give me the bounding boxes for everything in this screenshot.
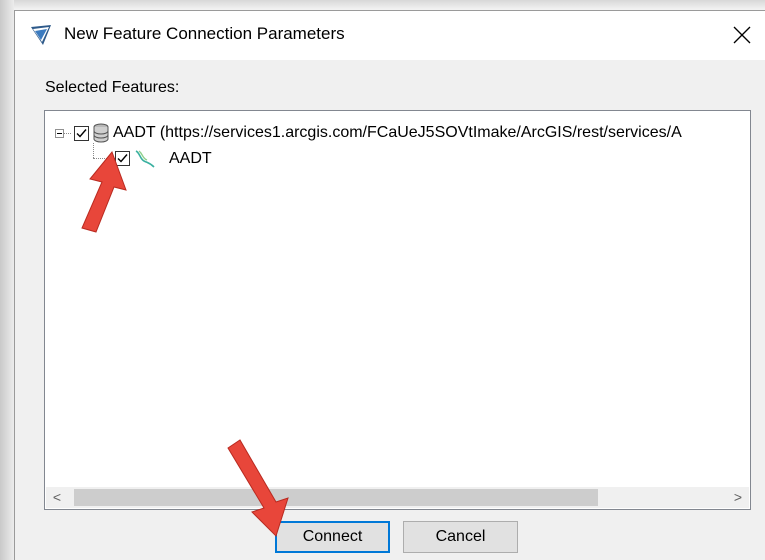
feature-tree[interactable]: AADT (https://services1.arcgis.com/FCaUe…: [44, 110, 751, 510]
app-logo-icon: [31, 25, 51, 45]
annotation-arrow-icon: [81, 151, 127, 233]
window-shadow-top: [0, 0, 765, 10]
tree-connector: [64, 133, 71, 135]
checkmark-icon: [76, 129, 87, 138]
collapse-toggle[interactable]: [55, 129, 64, 138]
database-icon: [93, 123, 109, 143]
cancel-button[interactable]: Cancel: [403, 521, 518, 553]
dialog-window: New Feature Connection Parameters Select…: [14, 10, 765, 560]
close-button[interactable]: [719, 11, 765, 60]
close-icon: [733, 26, 751, 44]
horizontal-scrollbar[interactable]: < >: [46, 487, 749, 508]
root-checkbox[interactable]: [74, 126, 89, 141]
scroll-left-arrow[interactable]: <: [46, 487, 68, 508]
scroll-right-arrow[interactable]: >: [727, 487, 749, 508]
polyline-layer-icon: [135, 150, 155, 168]
dialog-title: New Feature Connection Parameters: [64, 24, 345, 43]
selected-features-label: Selected Features:: [45, 79, 180, 96]
title-bar[interactable]: New Feature Connection Parameters: [15, 11, 765, 60]
scrollbar-thumb[interactable]: [74, 489, 598, 506]
tree-item-child-label[interactable]: AADT: [169, 150, 212, 170]
tree-item-root-label[interactable]: AADT (https://services1.arcgis.com/FCaUe…: [113, 124, 682, 144]
window-shadow-left: [0, 0, 14, 560]
annotation-arrow-icon: [227, 439, 289, 537]
